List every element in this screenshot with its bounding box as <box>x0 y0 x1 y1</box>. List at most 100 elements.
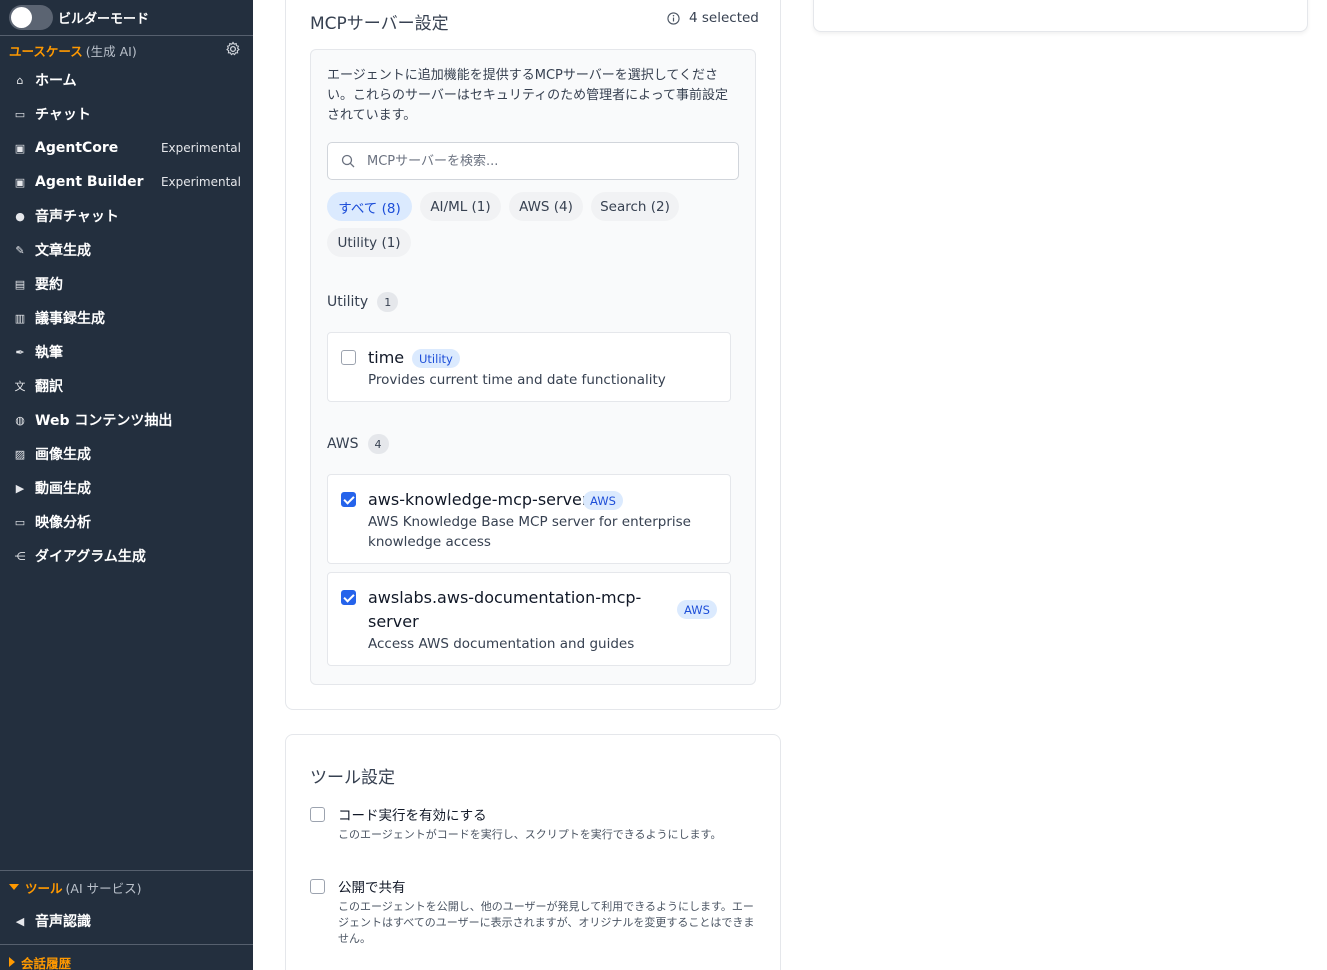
sidebar-item-video-generation[interactable]: ▶ 動画生成 <box>0 471 253 505</box>
server-description: Access AWS documentation and guides <box>368 636 635 652</box>
group-count-badge: 4 <box>367 434 389 454</box>
divider <box>0 870 253 871</box>
mcp-section-title: MCPサーバー設定 <box>310 14 449 34</box>
sidebar-item-speech-recognition[interactable]: ◀ 音声認識 <box>0 904 253 938</box>
pencil-icon: ✎ <box>15 243 25 257</box>
robot-icon: ▣ <box>14 175 26 189</box>
filter-chip-aiml[interactable]: AI/ML (1) <box>420 192 501 221</box>
builder-mode-row: ビルダーモード <box>9 4 149 30</box>
sidebar-item-label: 要約 <box>35 277 63 293</box>
server-item-time[interactable]: time Utility Provides current time and d… <box>327 332 731 402</box>
server-category-badge: AWS <box>677 600 717 619</box>
sidebar-item-label: 映像分析 <box>35 515 91 531</box>
sidebar-item-video-analysis[interactable]: ▭ 映像分析 <box>0 505 253 539</box>
group-header-aws: AWS 4 <box>327 434 389 454</box>
server-description: Provides current time and date functiona… <box>368 372 666 388</box>
selected-count-text: 4 selected <box>689 10 759 26</box>
server-item-aws-documentation[interactable]: awslabs.aws-documentation-mcp-server AWS… <box>327 572 731 666</box>
sidebar-item-label: Web コンテンツ抽出 <box>35 413 173 429</box>
camera-icon: ▭ <box>14 515 26 529</box>
experimental-tag: Experimental <box>160 175 241 189</box>
speaker-icon: ◀ <box>15 914 25 928</box>
sidebar-item-label: 翻訳 <box>35 379 63 395</box>
pen-icon: ✒ <box>15 345 25 359</box>
sidebar-item-image-generation[interactable]: ▨ 画像生成 <box>0 437 253 471</box>
server-category-badge: AWS <box>583 491 623 510</box>
code-execution-label[interactable]: コード実行を有効にする <box>338 804 487 824</box>
chevron-down-icon <box>9 884 19 890</box>
server-description: AWS Knowledge Base MCP server for enterp… <box>368 514 691 550</box>
server-checkbox[interactable] <box>341 350 356 365</box>
mcp-search-input[interactable] <box>367 153 707 169</box>
server-name: time <box>368 348 405 367</box>
filter-chip-utility[interactable]: Utility (1) <box>327 228 411 257</box>
server-name: aws-knowledge-mcp-server <box>368 490 589 509</box>
group-name: Utility <box>327 294 369 310</box>
usecase-section-subtitle: (生成 AI) <box>85 43 137 59</box>
sidebar-item-home[interactable]: ⌂ ホーム <box>0 63 253 97</box>
sidebar-item-label: 動画生成 <box>35 481 91 497</box>
toggle-knob <box>11 6 32 28</box>
sidebar-item-label: 音声認識 <box>35 914 91 930</box>
sidebar-item-voice-chat[interactable]: ● 音声チャット <box>0 199 253 233</box>
chat-icon: ▭ <box>14 107 26 121</box>
sidebar-item-label: Agent Builder <box>35 174 144 190</box>
public-share-checkbox[interactable] <box>310 879 325 894</box>
group-count-badge: 1 <box>377 292 399 312</box>
sidebar-item-summary[interactable]: ▤ 要約 <box>0 267 253 301</box>
sidebar-item-label: ホーム <box>35 73 77 89</box>
summary-icon: ▤ <box>14 277 26 291</box>
filter-chip-aws[interactable]: AWS (4) <box>509 192 583 221</box>
history-section-title: 会話履歴 <box>21 955 72 970</box>
minutes-icon: ▥ <box>14 311 26 325</box>
usecase-section-header: ユースケース (生成 AI) <box>9 40 137 60</box>
history-section-header[interactable]: 会話履歴 <box>9 952 71 970</box>
gear-icon[interactable] <box>225 41 241 57</box>
search-icon <box>341 154 355 168</box>
filter-chip-all[interactable]: すべて (8) <box>327 192 412 221</box>
robot-icon: ▣ <box>14 141 26 155</box>
sidebar-item-label: 議事録生成 <box>35 311 105 327</box>
divider <box>0 944 253 945</box>
server-item-aws-knowledge[interactable]: aws-knowledge-mcp-server AWS AWS Knowled… <box>327 474 731 564</box>
code-execution-description: このエージェントがコードを実行し、スクリプトを実行できるようにします。 <box>338 828 722 841</box>
group-name: AWS <box>327 436 359 452</box>
info-icon <box>667 11 680 25</box>
usecase-section-title: ユースケース <box>9 43 83 59</box>
sidebar-item-agent-builder[interactable]: ▣ Agent Builder Experimental <box>0 165 253 199</box>
sidebar-item-label: 文章生成 <box>35 243 91 259</box>
sidebar: ビルダーモード ユースケース (生成 AI) ⌂ ホーム ▭ チャット ▣ Agent… <box>0 0 253 970</box>
sidebar-item-diagram[interactable]: ⋲ ダイアグラム生成 <box>0 539 253 573</box>
chevron-right-icon <box>9 957 15 967</box>
mcp-search-box <box>327 142 739 180</box>
sidebar-item-label: 音声チャット <box>35 209 119 225</box>
public-share-label[interactable]: 公開で共有 <box>338 876 406 896</box>
preview-card <box>813 0 1308 32</box>
filter-chip-search[interactable]: Search (2) <box>591 192 679 221</box>
sidebar-item-label: 画像生成 <box>35 447 91 463</box>
diagram-icon: ⋲ <box>14 549 26 563</box>
sidebar-item-minutes[interactable]: ▥ 議事録生成 <box>0 301 253 335</box>
usecase-nav: ⌂ ホーム ▭ チャット ▣ AgentCore Experimental ▣ Agent… <box>0 63 253 573</box>
builder-mode-toggle[interactable] <box>9 4 53 30</box>
builder-mode-label: ビルダーモード <box>58 11 150 27</box>
server-checkbox[interactable] <box>341 590 356 605</box>
sidebar-item-writing[interactable]: ✒ 執筆 <box>0 335 253 369</box>
experimental-tag: Experimental <box>160 141 241 155</box>
server-name: awslabs.aws-documentation-mcp-server <box>368 588 642 631</box>
sidebar-item-label: 執筆 <box>35 345 63 361</box>
tools-section-header[interactable]: ツール (AI サービス) <box>9 877 141 897</box>
microphone-icon: ● <box>15 209 25 223</box>
sidebar-item-web-extract[interactable]: ◍ Web コンテンツ抽出 <box>0 403 253 437</box>
sidebar-item-chat[interactable]: ▭ チャット <box>0 97 253 131</box>
divider <box>0 35 253 36</box>
sidebar-item-translate[interactable]: 文翻訳 <box>0 369 253 403</box>
server-checkbox[interactable] <box>341 492 356 507</box>
mcp-description: エージェントに追加機能を提供するMCPサーバーを選択してください。これらのサーバ… <box>327 68 729 123</box>
public-share-description: このエージェントを公開し、他のユーザーが発見して利用できるようにします。エージェ… <box>338 900 755 945</box>
sidebar-item-text-generation[interactable]: ✎ 文章生成 <box>0 233 253 267</box>
code-execution-checkbox[interactable] <box>310 807 325 822</box>
home-icon: ⌂ <box>16 73 24 87</box>
image-icon: ▨ <box>14 447 26 461</box>
sidebar-item-agentcore[interactable]: ▣ AgentCore Experimental <box>0 131 253 165</box>
